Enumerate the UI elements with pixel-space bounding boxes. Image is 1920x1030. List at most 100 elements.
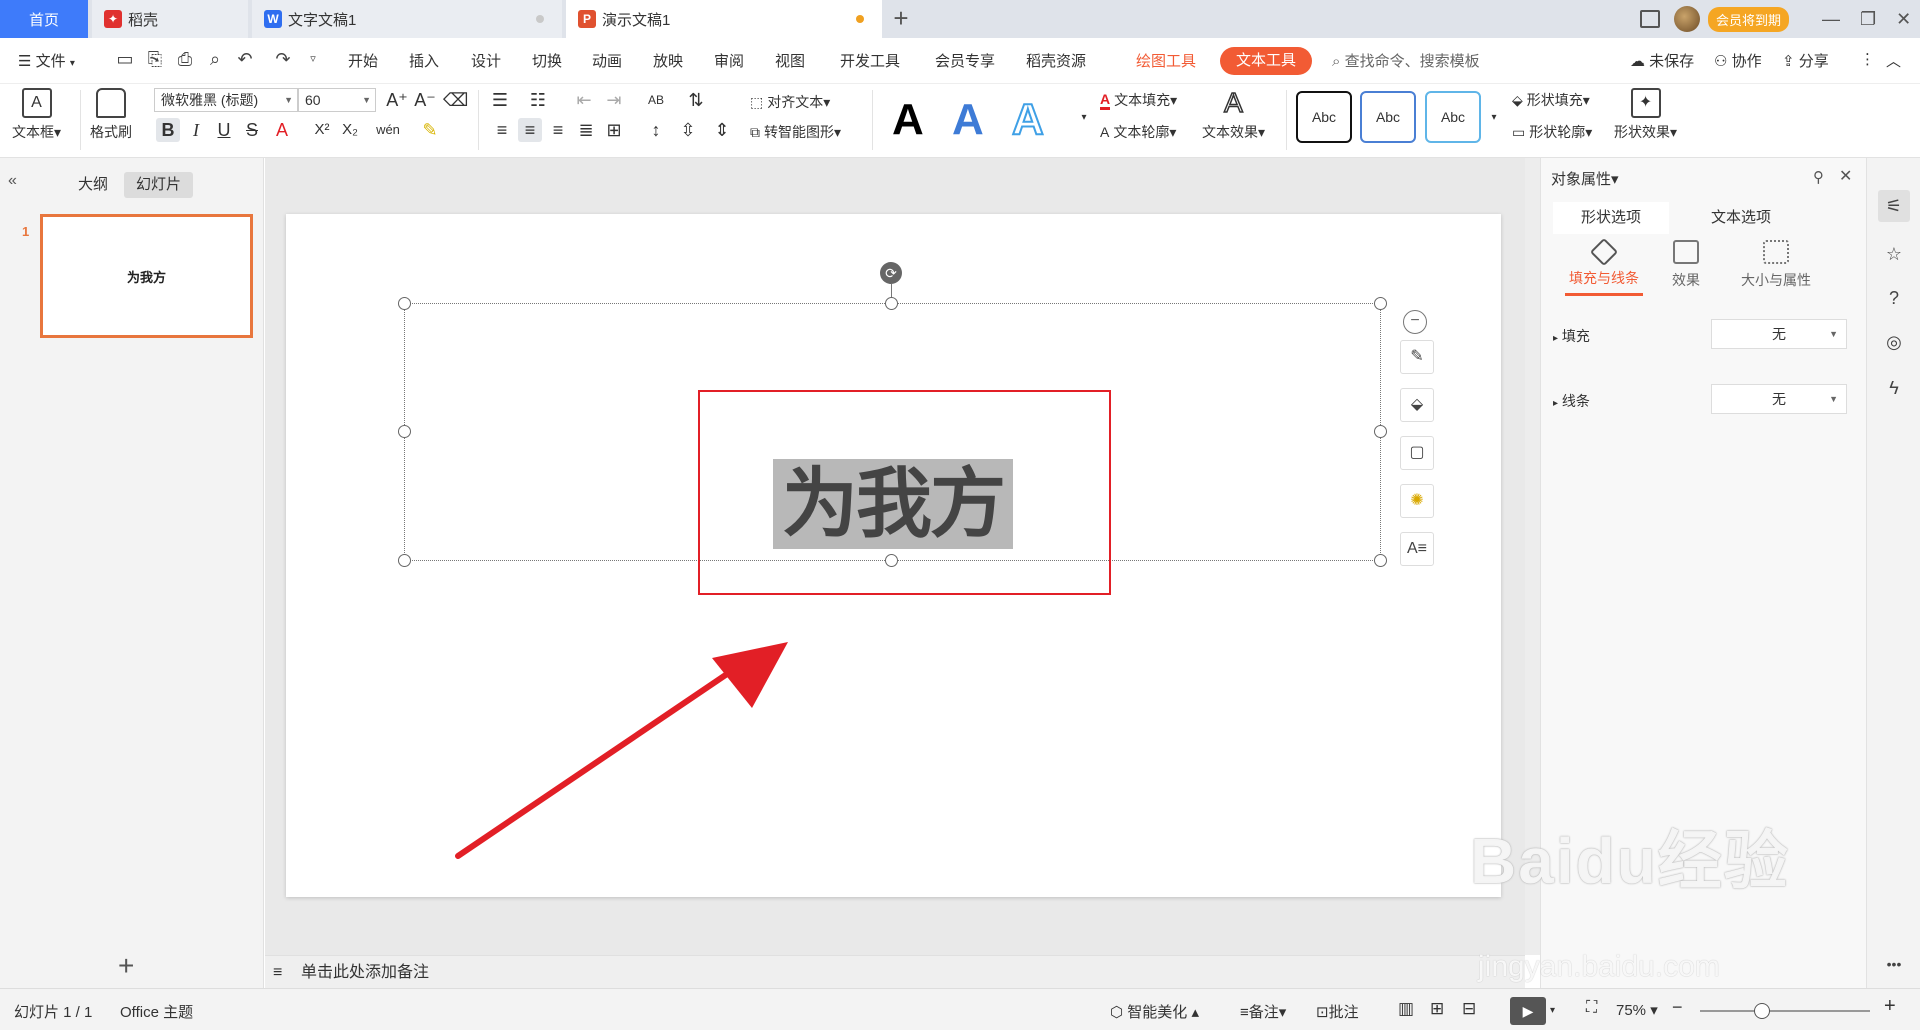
theme-icon[interactable]: ◎ xyxy=(1878,326,1910,358)
fit-window-icon[interactable]: ⛶ xyxy=(1586,999,1597,1017)
notes-bar[interactable]: ≡ 单击此处添加备注 xyxy=(265,955,1525,988)
pin-icon[interactable]: ⚲ xyxy=(1813,168,1824,186)
minimize-icon[interactable]: — xyxy=(1822,9,1840,30)
file-menu[interactable]: ☰ 文件 ▾ xyxy=(18,50,75,71)
more-dots-icon[interactable]: ••• xyxy=(1878,948,1910,980)
text-style-icon[interactable]: A≡ xyxy=(1400,532,1434,566)
sort-icon[interactable]: ⇅ xyxy=(684,88,708,112)
properties-icon[interactable]: ⚟ xyxy=(1878,190,1910,222)
new-tab-icon[interactable]: + xyxy=(886,4,916,34)
grow-font-icon[interactable]: A⁺ xyxy=(385,88,409,112)
menu-view[interactable]: 视图 xyxy=(775,50,805,71)
add-slide-icon[interactable]: + xyxy=(118,950,134,982)
menu-insert[interactable]: 插入 xyxy=(409,50,439,71)
font-select[interactable]: 微软雅黑 (标题) ▼ xyxy=(154,88,298,112)
tab-doc[interactable]: W 文字文稿1 xyxy=(252,0,562,38)
play-button[interactable]: ▶ xyxy=(1510,997,1546,1025)
pen-icon[interactable]: ✎ xyxy=(1400,340,1434,374)
format-painter-button[interactable]: 格式刷 xyxy=(90,88,132,142)
text-fill-button[interactable]: A 文本填充 ▾ xyxy=(1100,90,1177,110)
phonetic-icon[interactable]: wén xyxy=(376,118,400,142)
subscript-button[interactable]: X₂ xyxy=(338,118,362,142)
collapse-panel-icon[interactable]: « xyxy=(8,172,17,190)
tab-outline[interactable]: 大纲 xyxy=(66,172,120,198)
avatar[interactable] xyxy=(1674,6,1700,32)
increase-indent-icon[interactable]: ⇥ xyxy=(602,88,626,112)
zoom-slider-knob[interactable] xyxy=(1754,1003,1770,1019)
zoom-select[interactable]: 75% ▾ xyxy=(1616,1001,1658,1019)
menu-start[interactable]: 开始 xyxy=(348,50,378,71)
share-button[interactable]: ⇪ 分享 xyxy=(1782,50,1829,71)
align-text-button[interactable]: ⬚ 对齐文本 ▾ xyxy=(750,92,830,112)
play-options-icon[interactable]: ▾ xyxy=(1550,1005,1555,1016)
tab-text-options[interactable]: 文本选项 xyxy=(1683,202,1799,234)
menu-transition[interactable]: 切换 xyxy=(532,50,562,71)
more-down-icon[interactable]: ▿ xyxy=(302,48,324,70)
wordart-more-icon[interactable]: ▾ xyxy=(1072,106,1096,130)
resize-handle-l[interactable] xyxy=(398,425,411,438)
underline-button[interactable]: U xyxy=(212,118,236,142)
reading-view-icon[interactable]: ⊟ xyxy=(1462,999,1476,1019)
collab-button[interactable]: ⚇ 协作 xyxy=(1714,50,1762,71)
resize-handle-bl[interactable] xyxy=(398,554,411,567)
resize-handle-r[interactable] xyxy=(1374,425,1387,438)
justify-icon[interactable]: ≣ xyxy=(574,118,598,142)
rotate-handle-icon[interactable]: ⟳ xyxy=(880,262,902,284)
paragraph-spacing-icon[interactable]: ⇳ xyxy=(676,118,700,142)
align-right-icon[interactable]: ≡ xyxy=(546,118,570,142)
save-icon[interactable]: ▭ xyxy=(114,48,136,70)
line-select[interactable]: 无 ▼ xyxy=(1711,384,1847,414)
bullets-icon[interactable]: ☰ xyxy=(488,88,512,112)
line-section-toggle[interactable]: ▸ 线条 xyxy=(1553,391,1590,411)
tab-daoke[interactable]: ✦ 稻壳 xyxy=(92,0,248,38)
tab-home[interactable]: 首页 xyxy=(0,0,88,38)
shrink-font-icon[interactable]: A⁻ xyxy=(413,88,437,112)
decrease-indent-icon[interactable]: ⇤ xyxy=(572,88,596,112)
star-icon[interactable]: ☆ xyxy=(1878,238,1910,270)
fill-select[interactable]: 无 ▼ xyxy=(1711,319,1847,349)
fill-section-toggle[interactable]: ▸ 填充 xyxy=(1553,326,1590,346)
close-panel-icon[interactable]: ✕ xyxy=(1839,166,1852,186)
lightning-icon[interactable]: ϟ xyxy=(1878,372,1910,404)
menu-slideshow[interactable]: 放映 xyxy=(653,50,683,71)
tab-ppt[interactable]: P 演示文稿1 xyxy=(566,0,882,38)
superscript-button[interactable]: X² xyxy=(310,118,334,142)
theme-name[interactable]: Office 主题 xyxy=(120,1001,193,1022)
sub-size-properties[interactable]: 大小与属性 xyxy=(1731,240,1821,290)
close-icon[interactable]: ✕ xyxy=(1896,9,1911,30)
menu-drawing-tools[interactable]: 绘图工具 xyxy=(1136,50,1196,71)
menu-daoke-resources[interactable]: 稻壳资源 xyxy=(1026,50,1086,71)
tab-ppt-unsaved-dot[interactable] xyxy=(856,15,864,23)
zoom-in-icon[interactable]: + xyxy=(1884,995,1896,1018)
resize-handle-tr[interactable] xyxy=(1374,297,1387,310)
sorter-view-icon[interactable]: ⊞ xyxy=(1430,999,1444,1019)
help-icon[interactable]: ? xyxy=(1878,282,1910,314)
restore-icon[interactable]: ❐ xyxy=(1860,9,1876,30)
menu-design[interactable]: 设计 xyxy=(471,50,501,71)
sub-effect[interactable]: 效果 xyxy=(1641,240,1731,290)
collapse-tools-icon[interactable]: − xyxy=(1403,310,1427,334)
align-center-icon[interactable]: ≡ xyxy=(518,118,542,142)
shape-style-1[interactable]: Abc xyxy=(1296,91,1352,143)
beautify-button[interactable]: ⬡ 智能美化 ▴ xyxy=(1110,1001,1199,1022)
normal-view-icon[interactable]: ▥ xyxy=(1398,999,1414,1019)
strikethrough-button[interactable]: S xyxy=(240,118,264,142)
line-spacing-icon[interactable]: ↕ xyxy=(644,118,668,142)
bulb-icon[interactable]: ✺ xyxy=(1400,484,1434,518)
shape-style-3[interactable]: Abc xyxy=(1425,91,1481,143)
zoom-out-icon[interactable]: − xyxy=(1672,997,1683,1018)
panel-title[interactable]: 对象属性▾ xyxy=(1551,168,1619,189)
more-icon[interactable]: ⋮ xyxy=(1860,50,1875,68)
tab-shape-options[interactable]: 形状选项 xyxy=(1553,202,1670,234)
shape-fill-button[interactable]: ⬙ 形状填充 ▾ xyxy=(1512,90,1590,110)
wordart-blue[interactable]: A xyxy=(952,92,984,148)
shape-effect-button[interactable]: ✦ 形状效果▾ xyxy=(1614,88,1677,142)
font-size-select[interactable]: 60 ▼ xyxy=(298,88,376,112)
tab-doc-close-dot[interactable] xyxy=(536,15,544,23)
numbering-icon[interactable]: ☷ xyxy=(526,88,550,112)
distribute-icon[interactable]: ⊞ xyxy=(602,118,626,142)
text-effect-button[interactable]: A 文本效果▾ xyxy=(1202,87,1265,142)
redo-icon[interactable]: ↷ xyxy=(272,48,294,70)
print-icon[interactable]: ⎙ xyxy=(174,48,196,70)
search-box[interactable]: ⌕ 查找命令、搜索模板 xyxy=(1332,50,1480,71)
